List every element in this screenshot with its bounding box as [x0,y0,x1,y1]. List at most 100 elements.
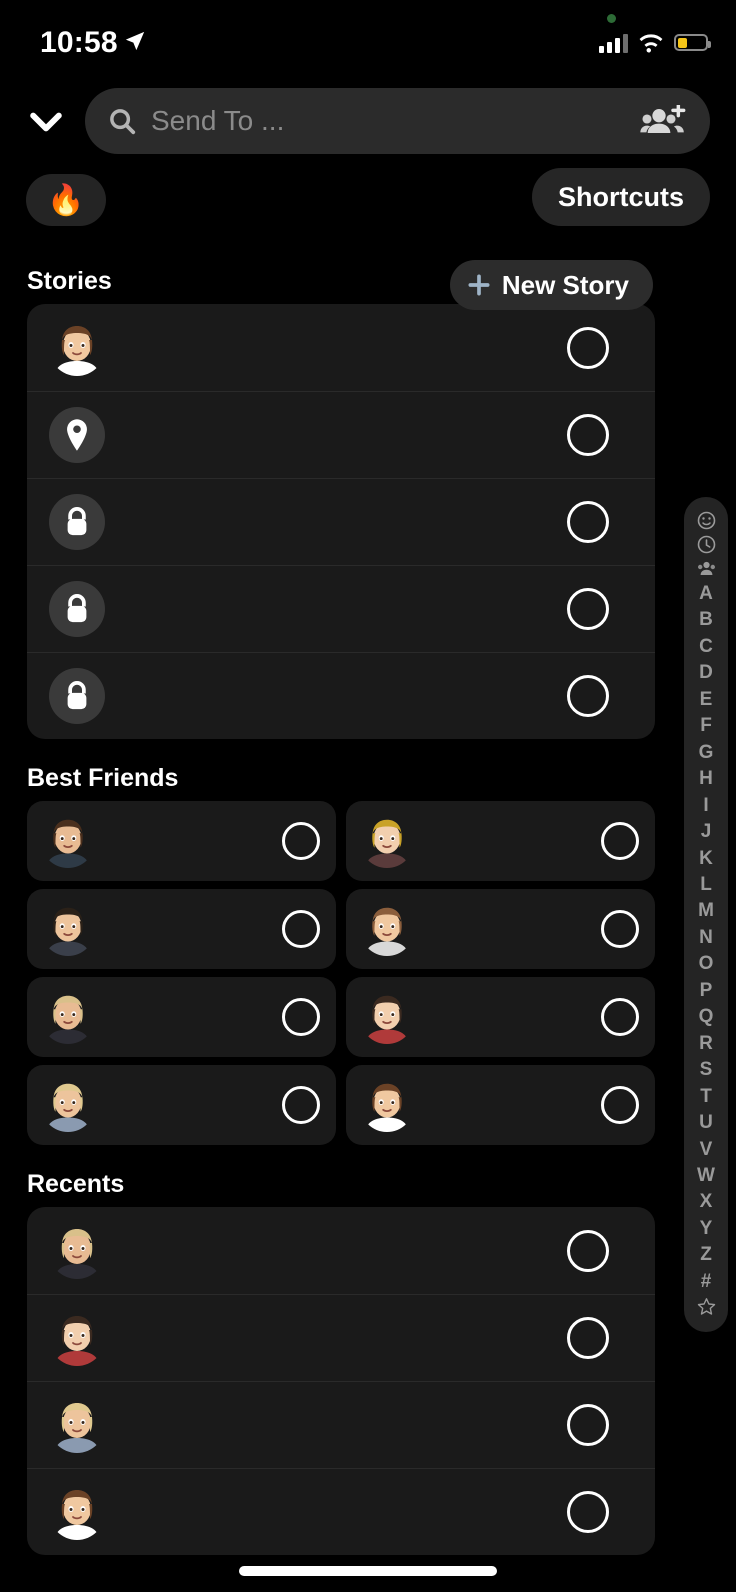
recent-select-circle[interactable] [567,1404,609,1446]
story-row[interactable] [27,304,655,391]
index-letter[interactable]: M [698,898,714,923]
chevron-down-icon[interactable] [24,100,68,144]
search-header: Send To ... [0,86,736,168]
lock-avatar [49,494,105,550]
star-icon[interactable] [697,1297,716,1316]
index-letter[interactable]: K [699,846,713,871]
search-input[interactable]: Send To ... [151,105,640,137]
story-select-circle[interactable] [567,501,609,543]
new-story-button[interactable]: New Story [449,260,653,310]
clock-icon[interactable] [697,535,716,554]
smiley-icon[interactable] [697,511,716,530]
index-letter[interactable]: N [699,925,713,950]
index-letter[interactable]: # [701,1269,712,1294]
search-bar[interactable]: Send To ... [85,88,710,154]
index-letter[interactable]: D [699,660,713,685]
index-letter[interactable]: I [703,793,708,818]
story-row[interactable] [27,391,655,478]
index-letter[interactable]: L [700,872,712,897]
friend-select-circle[interactable] [601,998,639,1036]
friend-select-circle[interactable] [601,1086,639,1124]
lock-avatar [49,581,105,637]
story-select-circle[interactable] [567,414,609,456]
index-letter[interactable]: P [700,978,713,1003]
friend-select-circle[interactable] [601,910,639,948]
bitmoji-avatar [55,1228,99,1279]
story-row[interactable] [27,478,655,565]
index-letter[interactable]: Q [699,1004,714,1029]
recent-avatar [49,1484,105,1540]
index-letter[interactable]: R [699,1031,713,1056]
friend-avatar [41,1078,95,1132]
bitmoji-avatar [46,907,90,956]
story-select-circle[interactable] [567,588,609,630]
location-pin-icon [67,419,87,451]
friend-select-circle[interactable] [282,998,320,1036]
bitmoji-avatar [365,1083,409,1132]
send-to-scroll-area[interactable]: Stories New Story Best Friends Recents [0,242,736,1592]
friend-select-circle[interactable] [282,1086,320,1124]
status-bar: 10:58 [0,0,736,86]
index-letter[interactable]: U [699,1110,713,1135]
index-letter[interactable]: S [700,1057,713,1082]
index-letter[interactable]: H [699,766,713,791]
index-letter[interactable]: E [700,687,713,712]
index-letter[interactable]: Z [700,1242,712,1267]
recent-row[interactable] [27,1381,655,1468]
recent-select-circle[interactable] [567,1491,609,1533]
index-letter[interactable]: B [699,607,713,632]
recent-select-circle[interactable] [567,1229,609,1272]
bitmoji-avatar [365,995,409,1044]
best-friend-card[interactable] [346,801,655,881]
friend-select-circle[interactable] [282,822,320,860]
story-row[interactable] [27,652,655,739]
best-friend-card[interactable] [346,1065,655,1145]
bitmoji-avatar [365,907,409,956]
story-select-circle[interactable] [567,326,609,369]
best-friends-title: Best Friends [27,764,179,792]
alphabet-index-rail[interactable]: A B C D E F G H I J K L M N O P Q R S T U V W X Y Z # [684,497,728,1333]
recent-row[interactable] [27,1294,655,1381]
index-letter[interactable]: O [699,951,714,976]
best-friend-card[interactable] [346,889,655,969]
bitmoji-avatar [55,1316,99,1366]
index-letter[interactable]: X [700,1189,713,1214]
recent-row[interactable] [27,1468,655,1555]
privacy-indicator-dot [607,14,616,23]
snap-map-avatar [49,407,105,463]
best-friend-card[interactable] [27,889,336,969]
recent-avatar [49,1397,105,1453]
bitmoji-avatar [46,995,90,1044]
recents-list [27,1207,655,1555]
recent-select-circle[interactable] [567,1317,609,1359]
friend-avatar [360,902,414,956]
group-icon[interactable] [697,559,716,578]
best-friend-card[interactable] [27,801,336,881]
best-friend-card[interactable] [27,1065,336,1145]
friend-select-circle[interactable] [282,910,320,948]
friend-avatar [360,990,414,1044]
index-letter[interactable]: V [700,1137,713,1162]
snapchat-send-to-screen: 10:58 Send To ... 🔥 Shortcuts Stories Ne… [0,0,736,1592]
add-friends-icon[interactable] [640,105,686,137]
best-friend-card[interactable] [27,977,336,1057]
story-select-circle[interactable] [567,675,609,717]
fire-icon: 🔥 [47,183,85,217]
index-letter[interactable]: W [697,1163,715,1188]
index-letter[interactable]: C [699,634,713,659]
best-friend-card[interactable] [346,977,655,1057]
index-letter[interactable]: G [699,740,714,765]
shortcuts-button[interactable]: Shortcuts [531,168,710,226]
index-letter[interactable]: F [700,713,712,738]
fire-shortcut-button[interactable]: 🔥 [26,174,106,226]
friend-select-circle[interactable] [601,822,639,860]
index-letter[interactable]: J [701,819,712,844]
story-row[interactable] [27,565,655,652]
index-letter[interactable]: T [700,1084,712,1109]
recent-avatar [49,1310,105,1366]
new-story-label: New Story [501,269,629,300]
search-icon [110,109,136,135]
index-letter[interactable]: A [699,581,713,606]
index-letter[interactable]: Y [700,1216,713,1241]
recent-row[interactable] [27,1207,655,1294]
